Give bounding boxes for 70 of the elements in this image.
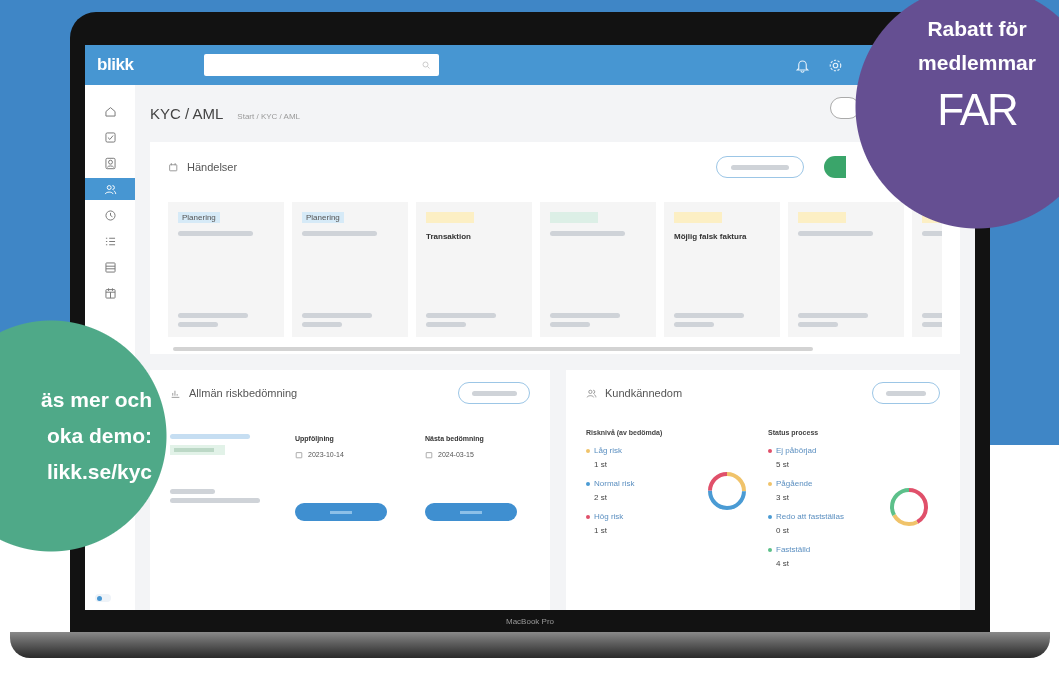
calendar-icon	[425, 450, 433, 459]
clock-icon	[103, 208, 117, 222]
legend-label: Fastställd	[776, 543, 811, 556]
event-title: Transaktion	[426, 231, 472, 243]
legend-count: 3 st	[775, 491, 790, 504]
search-icon	[420, 60, 431, 70]
home-icon	[103, 104, 117, 118]
page-title: KYC / AML	[150, 104, 224, 124]
blurred-text	[178, 313, 248, 318]
action-button[interactable]	[425, 503, 517, 521]
checkbox-icon	[103, 130, 117, 144]
section-title: Händelser	[187, 159, 238, 175]
promo-text: oka demo:	[46, 423, 152, 449]
calendar-icon	[168, 161, 179, 173]
sidebar-item[interactable]	[85, 178, 135, 200]
settings-icon[interactable]	[828, 57, 843, 73]
legend-count: 2 st	[593, 491, 608, 504]
promo-text: Rabatt för	[927, 16, 1027, 42]
blurred-text	[302, 322, 342, 327]
bell-icon[interactable]	[795, 57, 810, 73]
blurred-text	[471, 390, 517, 396]
blurred-text	[550, 313, 620, 318]
legend-label: Låg risk	[594, 444, 622, 457]
section-title: Allmän riskbedömning	[189, 385, 298, 401]
donut-chart-drawing	[888, 486, 930, 528]
legend-count: 4 st	[775, 557, 790, 570]
event-title: Möjlig falsk faktura	[674, 231, 748, 243]
promo-text: medlemmar	[918, 50, 1036, 76]
blurred-text	[178, 322, 218, 327]
legend-count: 1 st	[593, 458, 608, 471]
legend-count: 5 st	[775, 458, 790, 471]
legend-count: 1 st	[593, 524, 608, 537]
blurred-text	[886, 390, 926, 396]
donut-chart-drawing	[706, 469, 748, 512]
toggle-switch[interactable]	[95, 594, 111, 602]
legend-label: Hög risk	[594, 510, 624, 523]
blurred-text	[426, 322, 466, 327]
blurred-text	[550, 322, 590, 327]
blurred-text	[798, 322, 838, 327]
add-button[interactable]	[824, 156, 846, 178]
legend-count: 0 st	[775, 524, 790, 537]
legend-label: Pågående	[776, 477, 813, 490]
breadcrumb: Start / KYC / AML	[237, 111, 301, 123]
blurred-text	[674, 313, 744, 318]
legend-label: Normal risk	[594, 477, 635, 490]
app-logo: blikk	[97, 54, 134, 77]
device-label: MacBook Pro	[506, 616, 554, 628]
blurred-text	[798, 313, 868, 318]
tag: Planering	[178, 212, 220, 223]
search-field[interactable]	[203, 54, 439, 76]
blurred-text	[426, 313, 496, 318]
contact-card-icon	[103, 156, 117, 170]
promo-text: likk.se/kyc	[46, 459, 152, 485]
table-icon	[103, 260, 117, 274]
status-tag	[170, 445, 225, 455]
legend-label: Ej påbörjad	[776, 444, 817, 457]
far-logo: FAR	[937, 88, 1017, 132]
calendar-icon	[295, 450, 303, 459]
legend-label: Redo att fastställas	[776, 510, 845, 523]
tag: Planering	[302, 212, 344, 223]
users-icon	[586, 387, 597, 399]
calendar-icon	[103, 286, 117, 300]
section-title: Kundkännedom	[605, 385, 683, 401]
blurred-text	[302, 313, 372, 318]
promo-text: äs mer och	[41, 387, 152, 413]
blurred-text	[170, 489, 215, 494]
users-icon	[103, 182, 117, 196]
blurred-text	[674, 322, 714, 327]
blurred-text	[731, 164, 789, 170]
action-button[interactable]	[295, 503, 387, 521]
